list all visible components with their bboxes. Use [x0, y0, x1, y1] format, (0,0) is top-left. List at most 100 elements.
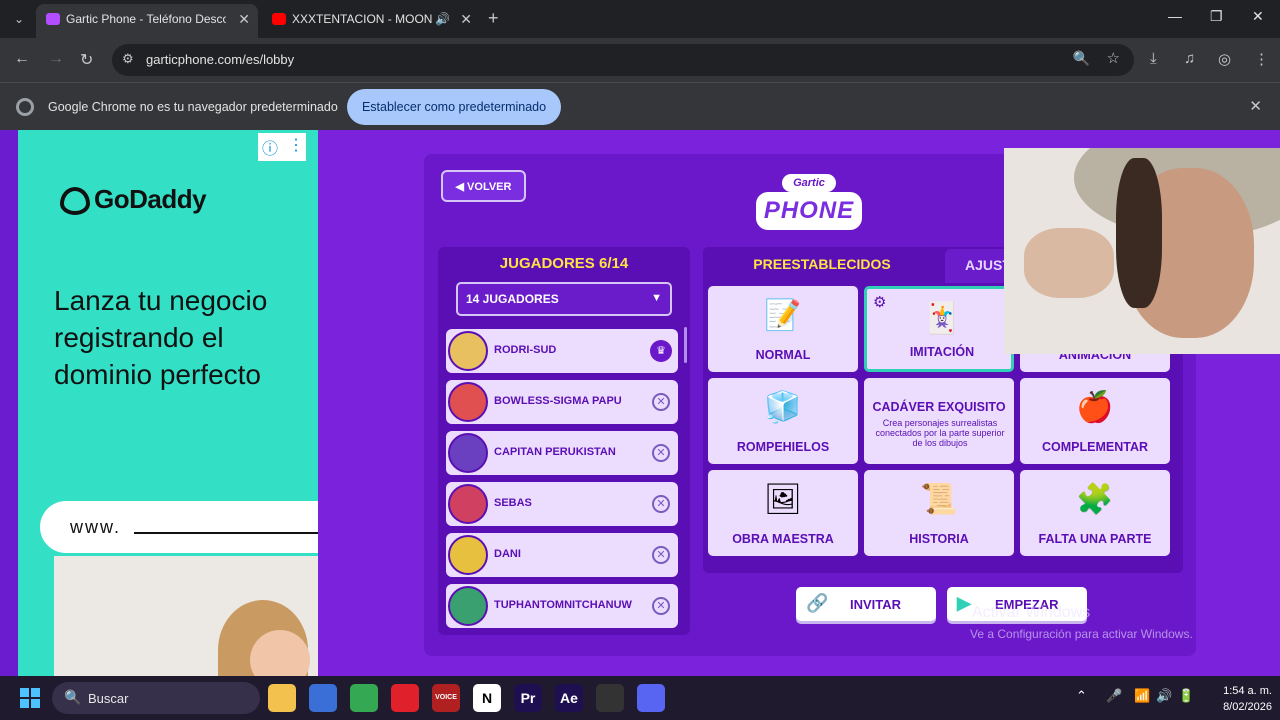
godaddy-logo-icon — [60, 187, 90, 216]
gartic-favicon-icon — [46, 13, 60, 25]
player-avatar-icon — [448, 586, 488, 626]
search-placeholder: Buscar — [88, 691, 129, 706]
after-effects-app-icon[interactable]: Ae — [555, 684, 583, 712]
player-name: SEBAS — [494, 497, 532, 509]
mode-card[interactable]: 🍎 COMPLEMENTAR — [1020, 378, 1170, 464]
notebook-pencil-icon: 📝 — [764, 299, 802, 332]
address-bar[interactable]: ⚙ garticphone.com/es/lobby 🔍 ☆ — [112, 44, 1134, 76]
new-tab-button[interactable]: + — [488, 8, 499, 29]
site-info-icon[interactable]: ⚙ — [122, 51, 134, 67]
back-triangle-icon: ◀ — [455, 180, 468, 193]
ad-controls[interactable]: ⓘ ⋮ — [258, 133, 306, 161]
tab-gartic-phone[interactable]: Gartic Phone - Teléfono Descon ✕ — [36, 4, 258, 38]
player-row: BOWLESS-SIGMA PAPU ✕ — [446, 380, 678, 424]
crown-icon: ♛ — [650, 340, 672, 362]
notion-app-icon[interactable]: N — [473, 684, 501, 712]
window-close-button[interactable]: ✕ — [1252, 8, 1264, 25]
bookmark-star-icon[interactable]: ☆ — [1107, 49, 1120, 67]
opera-app-icon[interactable] — [391, 684, 419, 712]
tab-title: Gartic Phone - Teléfono Descon — [66, 12, 226, 26]
download-icon[interactable]: ⤓ — [1150, 50, 1157, 67]
webcam-hair — [1116, 158, 1162, 308]
kick-player-icon[interactable]: ✕ — [652, 393, 670, 411]
activate-windows-subtitle: Ve a Configuración para activar Windows. — [970, 627, 1193, 641]
players-title: JUGADORES 6/14 — [499, 255, 629, 272]
windows-taskbar: 🔍 Buscar VOICE N Pr Ae ⌃ 🎤 📶 🔊 🔋 1:54 a. m.… — [0, 676, 1280, 720]
mode-card[interactable]: 🧩 FALTA UNA PARTE — [1020, 470, 1170, 556]
profile-icon[interactable]: ◎ — [1218, 50, 1231, 68]
voicemeeter-app-icon[interactable]: VOICE — [432, 684, 460, 712]
framed-painting-icon: 🖼 — [763, 483, 803, 516]
obs-app-icon[interactable] — [596, 684, 624, 712]
mode-card[interactable]: 📝 NORMAL — [708, 286, 858, 372]
file-explorer-app-icon[interactable] — [268, 684, 296, 712]
close-icon[interactable]: ✕ — [238, 4, 250, 34]
gear-icon[interactable]: ⚙ — [873, 293, 886, 311]
tab-youtube[interactable]: XXXTENTACION - MOONLI 🔊 ✕ — [262, 4, 480, 38]
volume-icon[interactable]: 🔊 — [1156, 688, 1172, 704]
wifi-icon[interactable]: 📶 — [1134, 688, 1150, 704]
kick-player-icon[interactable]: ✕ — [652, 444, 670, 462]
tab-presets[interactable]: PREESTABLECIDOS — [703, 247, 941, 283]
set-default-button[interactable]: Establecer como predeterminado — [347, 89, 561, 125]
mode-name: ROMPEHIELOS — [736, 440, 830, 454]
ice-cube-icon: 🧊 — [764, 391, 802, 424]
close-icon[interactable]: ✕ — [460, 4, 472, 34]
ad-info-icon[interactable]: ⓘ — [262, 135, 278, 159]
godaddy-ad[interactable]: ⓘ ⋮ GoDaddy Lanza tu negocio registrando… — [18, 130, 318, 676]
page-left-margin — [0, 130, 18, 676]
kick-player-icon[interactable]: ✕ — [652, 597, 670, 615]
kick-player-icon[interactable]: ✕ — [652, 495, 670, 513]
premiere-app-icon[interactable]: Pr — [514, 684, 542, 712]
play-icon: ▶ — [957, 593, 971, 613]
mode-card[interactable]: 🧊 ROMPEHIELOS — [708, 378, 858, 464]
microphone-icon[interactable]: 🎤 — [1106, 688, 1122, 704]
mode-card[interactable]: CADÁVER EXQUISITO Crea personajes surreal… — [864, 378, 1014, 464]
ad-domain-field: www. — [40, 501, 318, 553]
player-row: DANI ✕ — [446, 533, 678, 577]
browser-tab-bar: ⌄ Gartic Phone - Teléfono Descon ✕ XXXTE… — [0, 0, 1280, 38]
player-avatar-icon — [448, 535, 488, 575]
player-row: TUPHANTOMNITCHANUW ✕ — [446, 584, 678, 628]
minimize-button[interactable]: — — [1168, 8, 1182, 24]
url-text[interactable]: garticphone.com/es/lobby — [146, 52, 294, 67]
mode-card[interactable]: 🖼 OBRA MAESTRA — [708, 470, 858, 556]
store-app-icon[interactable] — [309, 684, 337, 712]
mode-name: IMITACIÓN — [909, 345, 975, 359]
battery-icon[interactable]: 🔋 — [1178, 688, 1194, 704]
mode-name: CADÁVER EXQUISITO — [872, 400, 1006, 414]
player-name: BOWLESS-SIGMA PAPU — [494, 395, 622, 407]
menu-icon[interactable]: ⋮ — [1254, 50, 1269, 68]
youtube-favicon-icon — [272, 13, 286, 25]
mode-card[interactable]: 🃏 IMITACIÓN ⚙ — [864, 286, 1014, 372]
chevron-up-icon[interactable]: ⌃ — [1076, 688, 1087, 704]
chrome-logo-icon — [16, 98, 34, 116]
max-players-select[interactable]: 14 JUGADORES ▼ — [456, 282, 672, 316]
browser-toolbar: ← → ↻ ⚙ garticphone.com/es/lobby 🔍 ☆ ⤓ ♫… — [0, 38, 1280, 82]
forward-arrow-icon[interactable]: → — [48, 50, 64, 68]
mode-name: HISTORIA — [909, 532, 969, 546]
infobar-close-icon[interactable]: ✕ — [1249, 97, 1262, 115]
speaker-icon[interactable]: 🔊 — [435, 4, 450, 34]
system-clock[interactable]: 1:54 a. m. 8/02/2026 — [1202, 683, 1272, 715]
start-windows-icon[interactable] — [20, 688, 40, 708]
clock-time: 1:54 a. m. — [1223, 685, 1272, 697]
taskbar-search[interactable]: 🔍 Buscar — [52, 682, 260, 714]
back-arrow-icon[interactable]: ← — [14, 50, 30, 68]
players-scrollbar[interactable] — [684, 327, 687, 363]
back-button[interactable]: ◀ VOLVER — [441, 170, 526, 202]
tab-search-button[interactable]: ⌄ — [8, 8, 30, 30]
ad-headline: Lanza tu negocio registrando el dominio … — [54, 285, 268, 390]
ad-menu-icon[interactable]: ⋮ — [288, 135, 304, 155]
mode-card[interactable]: 📜 HISTORIA — [864, 470, 1014, 556]
reload-icon[interactable]: ↻ — [80, 50, 93, 70]
chrome-app-icon[interactable] — [350, 684, 378, 712]
zoom-icon[interactable]: 🔍 — [1073, 50, 1090, 67]
discord-app-icon[interactable] — [637, 684, 665, 712]
player-name: DANI — [494, 548, 521, 560]
invite-button[interactable]: 🔗 INVITAR — [796, 587, 936, 621]
media-control-icon[interactable]: ♫ — [1184, 50, 1195, 67]
kick-player-icon[interactable]: ✕ — [652, 546, 670, 564]
maximize-button[interactable]: ❐ — [1210, 8, 1223, 25]
player-name: TUPHANTOMNITCHANUW — [494, 599, 632, 611]
